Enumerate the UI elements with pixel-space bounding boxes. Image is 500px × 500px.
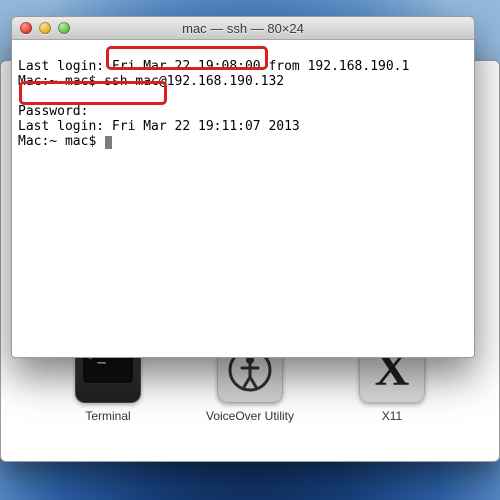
line-last-login-local: Last login: Fri Mar 22 19:11:07 2013 [18, 119, 300, 134]
titlebar[interactable]: mac — ssh — 80×24 [12, 17, 474, 40]
line-last-login-remote: Last login: Fri Mar 22 19:08:00 from 192… [18, 59, 409, 74]
app-label: Terminal [85, 409, 130, 423]
traffic-lights [20, 22, 70, 34]
line-ssh-command: ssh mac@192.168.190.132 [104, 74, 284, 89]
close-button[interactable] [20, 22, 32, 34]
zoom-button[interactable] [58, 22, 70, 34]
window-title: mac — ssh — 80×24 [12, 21, 474, 36]
line-password: Password: [18, 104, 88, 119]
terminal-window[interactable]: mac — ssh — 80×24 Last login: Fri Mar 22… [11, 16, 475, 358]
app-label: VoiceOver Utility [206, 409, 294, 423]
app-label: X11 [382, 409, 402, 423]
line-blank [18, 89, 26, 104]
terminal-output[interactable]: Last login: Fri Mar 22 19:08:00 from 192… [12, 40, 474, 357]
line-prompt-1: Mac:~ mac$ [18, 74, 104, 89]
minimize-button[interactable] [39, 22, 51, 34]
line-prompt-2: Mac:~ mac$ [18, 134, 104, 149]
cursor [105, 136, 112, 149]
